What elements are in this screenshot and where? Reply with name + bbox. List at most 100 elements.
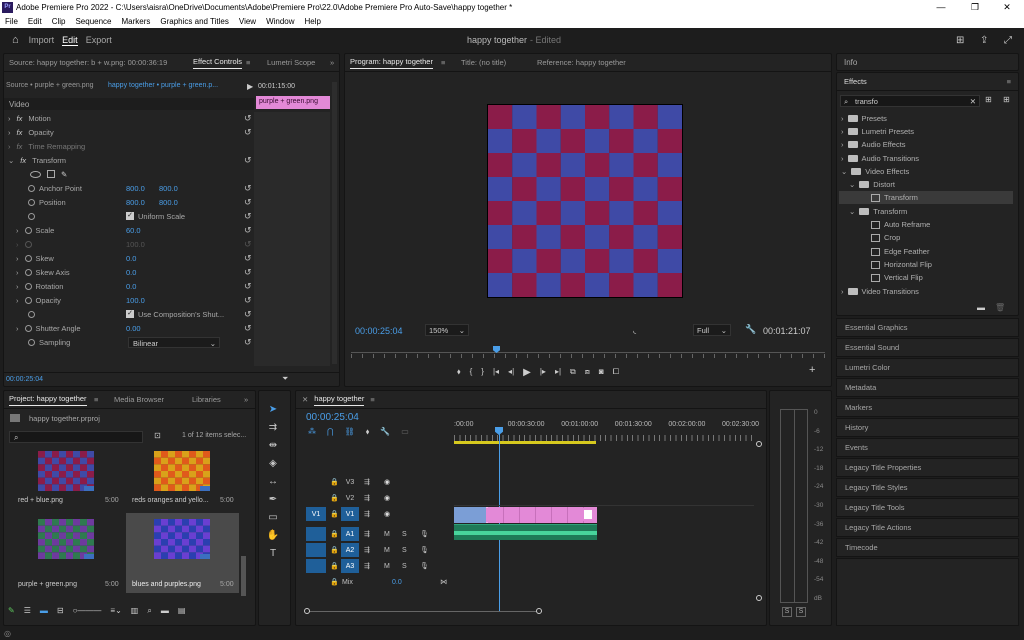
selection-tool-icon[interactable]: ➤ <box>265 401 281 417</box>
close-sequence-icon[interactable]: ✕ <box>302 395 308 404</box>
source-tab[interactable]: Source: happy together: b + w.png: 00:00… <box>9 58 167 67</box>
timeline-timecode[interactable]: 00:00:25:04 <box>306 412 359 423</box>
mix-value[interactable]: 0.0 <box>392 579 402 586</box>
reset-icon[interactable]: ↺ <box>244 281 252 292</box>
audio-effects-folder[interactable]: › Audio Effects <box>841 138 906 151</box>
last-clip-selected[interactable] <box>582 508 594 521</box>
effect-transform-selected[interactable]: Transform <box>839 191 1013 204</box>
32bit-effects-icon[interactable]: ⊞ <box>1003 95 1010 104</box>
effect-controls-timecode[interactable]: 00:00:25:04 <box>6 376 43 383</box>
reset-icon[interactable]: ↺ <box>244 225 252 236</box>
track-label[interactable]: V1 <box>341 507 359 521</box>
sequence-tab[interactable]: happy together <box>314 394 365 406</box>
find-icon[interactable]: ⌕ <box>147 606 151 616</box>
tab-legacy-title-tools[interactable]: Legacy Title Tools <box>836 498 1019 517</box>
comp-shutter-checkbox[interactable]: ✓ <box>126 310 134 318</box>
go-to-in-icon[interactable]: |◂ <box>493 367 499 378</box>
mini-clip[interactable]: purple + green.png <box>256 96 330 109</box>
sync-lock-icon[interactable]: ⇶ <box>364 478 370 486</box>
clear-search-icon[interactable]: ✕ <box>970 97 976 106</box>
stopwatch-icon[interactable] <box>28 338 35 346</box>
share-icon[interactable]: ⇪ <box>980 35 988 46</box>
solo-button[interactable]: S <box>402 531 407 538</box>
title-tab[interactable]: Title: (no title) <box>461 58 506 67</box>
solo-button[interactable]: S <box>402 547 407 554</box>
lock-icon[interactable]: 🔒 <box>330 546 339 554</box>
filter-icon[interactable]: ⏷ <box>282 374 288 384</box>
effect-auto-reframe[interactable]: Auto Reframe <box>867 218 930 231</box>
quick-export-icon[interactable]: ⊞ <box>956 35 964 46</box>
mix-end-icon[interactable]: ⋈ <box>440 578 447 586</box>
sync-lock-icon[interactable]: ⇶ <box>364 530 370 538</box>
effect-controls-scrollbar[interactable] <box>332 82 337 364</box>
stopwatch-icon[interactable] <box>24 254 32 262</box>
marker-icon[interactable]: ⬧ <box>366 427 370 437</box>
pen-tool-icon[interactable]: ✒ <box>265 491 281 507</box>
tab-markers[interactable]: Markers <box>836 398 1019 417</box>
export-frame-icon[interactable]: ◙ <box>599 367 604 378</box>
stopwatch-icon[interactable] <box>24 296 32 304</box>
nest-icon[interactable]: ⁂ <box>308 427 316 437</box>
menu-markers[interactable]: Markers <box>117 17 156 26</box>
program-scrub-bar[interactable] <box>351 352 825 353</box>
reset-icon[interactable]: ↺ <box>244 127 252 138</box>
comparison-icon[interactable]: ⧠ <box>613 367 619 378</box>
mute-button[interactable]: M <box>384 531 390 538</box>
work-area-bar[interactable] <box>454 441 596 444</box>
project-scrollbar[interactable] <box>241 556 246 596</box>
panel-menu-icon[interactable]: ≡ <box>1007 77 1011 86</box>
step-forward-icon[interactable]: |▸ <box>540 367 546 378</box>
mark-in-icon[interactable]: { <box>470 367 473 378</box>
rectangle-tool-icon[interactable]: ▭ <box>265 509 281 525</box>
item-name[interactable]: reds oranges and yello... <box>132 497 209 504</box>
mute-button[interactable]: M <box>384 563 390 570</box>
lock-icon[interactable]: 🔒 <box>330 578 339 586</box>
video-frame[interactable] <box>487 104 683 298</box>
position-y[interactable]: 800.0 <box>159 198 178 207</box>
reset-icon[interactable]: ↺ <box>244 309 252 320</box>
uniform-scale-checkbox[interactable]: ✓ <box>126 212 134 220</box>
project-search-input[interactable]: ⌕ <box>9 431 143 443</box>
tab-history[interactable]: History <box>836 418 1019 437</box>
menu-graphics[interactable]: Graphics and Titles <box>155 17 233 26</box>
skew-axis-value[interactable]: 0.0 <box>126 268 136 277</box>
ellipse-mask-icon[interactable] <box>30 170 41 178</box>
play-only-icon[interactable]: ▶ <box>247 82 253 91</box>
media-browser-tab[interactable]: Media Browser <box>114 395 164 404</box>
timeline-vscroll[interactable] <box>756 441 762 601</box>
reset-icon[interactable]: ↺ <box>244 295 252 306</box>
reset-icon[interactable]: ↺ <box>244 253 252 264</box>
program-tab[interactable]: Program: happy together <box>350 57 433 69</box>
linked-selection-icon[interactable]: ⛓ <box>345 427 355 437</box>
tab-legacy-title-properties[interactable]: Legacy Title Properties <box>836 458 1019 477</box>
lumetri-presets-folder[interactable]: › Lumetri Presets <box>841 125 914 138</box>
thumb-purple-green[interactable] <box>38 519 94 559</box>
more-tabs-icon[interactable]: » <box>330 58 334 67</box>
menu-window[interactable]: Window <box>261 17 299 26</box>
thumb-reds-oranges[interactable] <box>154 451 210 491</box>
pencil-icon[interactable]: ✎ <box>8 606 15 616</box>
track-label[interactable]: A3 <box>341 559 359 573</box>
effect-crop[interactable]: Crop <box>867 231 900 244</box>
mute-button[interactable]: M <box>384 547 390 554</box>
distort-folder[interactable]: ⌄ Distort <box>849 178 895 191</box>
source-patch-a[interactable] <box>306 559 326 573</box>
anchor-x[interactable]: 800.0 <box>126 184 145 193</box>
stopwatch-icon[interactable] <box>28 212 35 220</box>
audio-transitions-folder[interactable]: › Audio Transitions <box>841 152 919 165</box>
effect-transform[interactable]: ⌄ fx Transform ↺ <box>4 153 254 167</box>
sync-lock-icon[interactable]: ⇶ <box>364 494 370 502</box>
add-marker-icon[interactable]: ⬧ <box>457 367 461 378</box>
effect-motion[interactable]: › fx Motion ↺ <box>4 111 254 125</box>
freeform-view-icon[interactable]: ⊟ <box>57 606 64 616</box>
menu-file[interactable]: File <box>0 17 23 26</box>
solo-button[interactable]: S <box>402 563 407 570</box>
track-label[interactable]: A1 <box>341 527 359 541</box>
skew-value[interactable]: 0.0 <box>126 254 136 263</box>
reset-icon[interactable]: ↺ <box>244 337 252 348</box>
reset-icon[interactable]: ↺ <box>244 267 252 278</box>
timeline-hscroll[interactable] <box>304 608 542 614</box>
tab-legacy-title-actions[interactable]: Legacy Title Actions <box>836 518 1019 537</box>
item-name[interactable]: blues and purples.png <box>132 581 201 588</box>
reset-icon[interactable]: ↺ <box>244 197 252 208</box>
